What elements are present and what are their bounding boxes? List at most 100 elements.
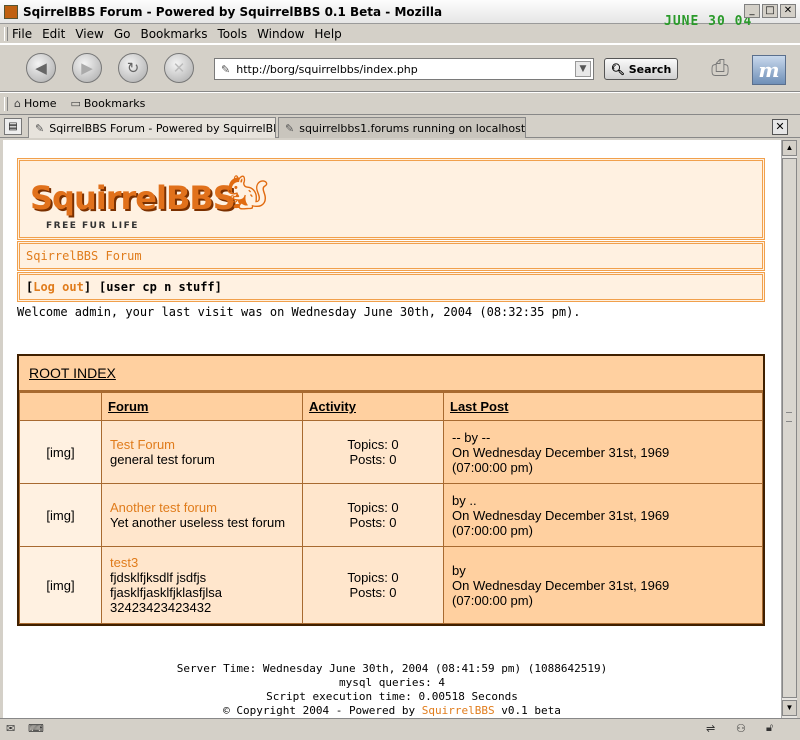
vertical-scrollbar[interactable]: ▲ ▼ xyxy=(781,140,797,718)
forum-cell: Another test forum Yet another useless t… xyxy=(101,483,303,547)
mozilla-logo-icon[interactable]: m xyxy=(752,55,786,85)
last-post-cell: -- by -- On Wednesday December 31st, 196… xyxy=(443,420,763,484)
forum-link[interactable]: Another test forum xyxy=(110,500,294,515)
navigation-toolbar: ◀ ▶ ↻ ✕ ✎ http://borg/squirrelbbs/index.… xyxy=(0,44,800,92)
browser-window: SqirrelBBS Forum - Powered by SquirrelBB… xyxy=(0,0,800,740)
navigator-icon[interactable]: ✉ xyxy=(6,722,15,735)
bookmarks-button[interactable]: ▭ Bookmarks xyxy=(70,97,145,110)
squirrel-icon: 🐿︎ xyxy=(226,174,270,212)
posts-count: Posts: 0 xyxy=(349,585,397,600)
maximize-icon[interactable]: □ xyxy=(762,4,778,18)
last-post-by: by xyxy=(452,562,466,578)
menu-bar: File Edit View Go Bookmarks Tools Window… xyxy=(0,24,800,44)
column-header-last-post[interactable]: Last Post xyxy=(443,392,763,421)
forum-link[interactable]: Test Forum xyxy=(110,437,294,452)
forum-image-placeholder: [img] xyxy=(19,546,102,624)
online-status-icon[interactable]: ⇌ xyxy=(706,722,715,735)
close-tab-icon[interactable]: ✕ xyxy=(772,119,788,135)
page-icon: ✎ xyxy=(285,121,295,135)
menu-file[interactable]: File xyxy=(12,27,32,41)
copyright-prefix: © Copyright 2004 - Powered by xyxy=(223,704,416,717)
print-icon[interactable]: ⎙ xyxy=(700,51,740,87)
app-icon xyxy=(4,4,18,19)
page-icon: ✎ xyxy=(221,62,231,76)
scroll-thumb[interactable] xyxy=(782,158,797,698)
user-cp-link[interactable]: [user cp n stuff] xyxy=(99,280,222,294)
privacy-icon[interactable]: ⚇ xyxy=(736,722,746,735)
tab-bar: ▤ ✎ SqirrelBBS Forum - Powered by Squirr… xyxy=(0,114,800,138)
url-dropdown-icon[interactable]: ▼ xyxy=(575,61,591,77)
menu-bookmarks[interactable]: Bookmarks xyxy=(140,27,207,41)
squirrelbbs-link[interactable]: SquirrelBBS xyxy=(422,704,495,717)
last-post-time: (07:00:00 pm) xyxy=(452,522,533,538)
column-header-activity[interactable]: Activity xyxy=(302,392,444,421)
header-logo-box: SquirrelBBS 🐿︎ FREE FUR LIFE xyxy=(17,158,765,240)
forward-arrow-icon[interactable]: ▶ xyxy=(72,53,102,83)
reload-icon[interactable]: ↻ xyxy=(118,53,148,83)
activity-cell: Topics: 0 Posts: 0 xyxy=(302,420,444,484)
composer-icon[interactable]: ⌨ xyxy=(28,722,44,735)
posts-count: Posts: 0 xyxy=(349,452,397,467)
mysql-queries: mysql queries: 4 xyxy=(339,676,445,689)
execution-time: Script execution time: 0.00518 Seconds xyxy=(266,690,518,703)
minimize-icon[interactable]: _ xyxy=(744,4,760,18)
root-index-link[interactable]: ROOT INDEX xyxy=(29,365,116,381)
last-post-date: On Wednesday December 31st, 1969 xyxy=(452,507,670,523)
tab-squirrelbbs1-localhost[interactable]: ✎ squirrelbbs1.forums running on localho… xyxy=(278,117,526,138)
menu-view[interactable]: View xyxy=(75,27,103,41)
bracket-close: ] xyxy=(83,280,92,294)
server-time: Server Time: Wednesday June 30th, 2004 (… xyxy=(176,662,608,675)
column-header-forum[interactable]: Forum xyxy=(101,392,303,421)
activity-cell: Topics: 0 Posts: 0 xyxy=(302,546,444,624)
home-label: Home xyxy=(23,97,57,110)
page-icon: ✎ xyxy=(35,121,45,135)
logo-text: SquirrelBBS xyxy=(30,179,236,217)
back-arrow-icon[interactable]: ◀ xyxy=(26,53,56,83)
last-post-date: On Wednesday December 31st, 1969 xyxy=(452,444,670,460)
topics-count: Topics: 0 xyxy=(347,570,399,585)
table-row: [img] test3 fjdsklfjksdlf jsdfjs fjasklf… xyxy=(19,546,763,624)
table-header-row: Forum Activity Last Post xyxy=(19,392,763,421)
menu-edit[interactable]: Edit xyxy=(42,27,65,41)
forum-index-table: ROOT INDEX Forum Activity Last Post [img… xyxy=(17,354,765,626)
scroll-up-icon[interactable]: ▲ xyxy=(782,140,797,156)
tab-sqirrelbbs-forum[interactable]: ✎ SqirrelBBS Forum - Powered by Squirrel… xyxy=(28,117,276,138)
title-bar: SqirrelBBS Forum - Powered by SquirrelBB… xyxy=(0,0,800,29)
scroll-thumb-grip xyxy=(786,412,792,422)
menu-window[interactable]: Window xyxy=(257,27,304,41)
menu-help[interactable]: Help xyxy=(314,27,341,41)
copyright: © Copyright 2004 - Powered by SquirrelBB… xyxy=(3,704,781,718)
column-header-img xyxy=(19,392,102,421)
grip-handle[interactable] xyxy=(4,26,8,41)
bookmarks-label: Bookmarks xyxy=(83,97,146,110)
new-tab-icon[interactable]: ▤ xyxy=(4,118,22,135)
scroll-down-icon[interactable]: ▼ xyxy=(782,700,797,716)
personal-toolbar: ⌂ Home ▭ Bookmarks xyxy=(0,92,800,114)
table-row: [img] Another test forum Yet another use… xyxy=(19,483,763,547)
home-button[interactable]: ⌂ Home xyxy=(14,97,56,110)
forum-list: Forum Activity Last Post [img] Test Foru… xyxy=(19,392,763,624)
forum-link[interactable]: test3 xyxy=(110,555,294,570)
stop-icon[interactable]: ✕ xyxy=(164,53,194,83)
url-text[interactable]: http://borg/squirrelbbs/index.php xyxy=(236,63,418,76)
menu-tools[interactable]: Tools xyxy=(218,27,248,41)
last-post-by: -- by -- xyxy=(452,429,491,445)
search-icon: 🔍︎ xyxy=(610,62,625,76)
grip-handle[interactable] xyxy=(4,96,8,111)
menu-go[interactable]: Go xyxy=(114,27,131,41)
bracket-open: [ xyxy=(26,280,34,294)
forum-image-placeholder: [img] xyxy=(19,420,102,484)
close-icon[interactable]: ✕ xyxy=(780,4,796,18)
security-lock-icon[interactable]: 🔓︎ xyxy=(766,722,773,735)
last-post-date: On Wednesday December 31st, 1969 xyxy=(452,577,670,593)
url-bar[interactable]: ✎ http://borg/squirrelbbs/index.php ▼ xyxy=(214,58,594,80)
index-title-row: ROOT INDEX xyxy=(19,356,763,392)
copyright-suffix: v0.1 beta xyxy=(501,704,561,717)
forum-name[interactable]: SqirrelBBS Forum xyxy=(26,249,142,263)
logout-link[interactable]: Log out xyxy=(33,280,84,294)
tab-label: SqirrelBBS Forum - Powered by SquirrelBB… xyxy=(49,121,276,135)
squirrelbbs-logo[interactable]: SquirrelBBS 🐿︎ FREE FUR LIFE xyxy=(30,174,269,231)
search-button[interactable]: 🔍︎ Search xyxy=(604,58,678,80)
forum-description: general test forum xyxy=(110,452,215,467)
topics-count: Topics: 0 xyxy=(347,500,399,515)
